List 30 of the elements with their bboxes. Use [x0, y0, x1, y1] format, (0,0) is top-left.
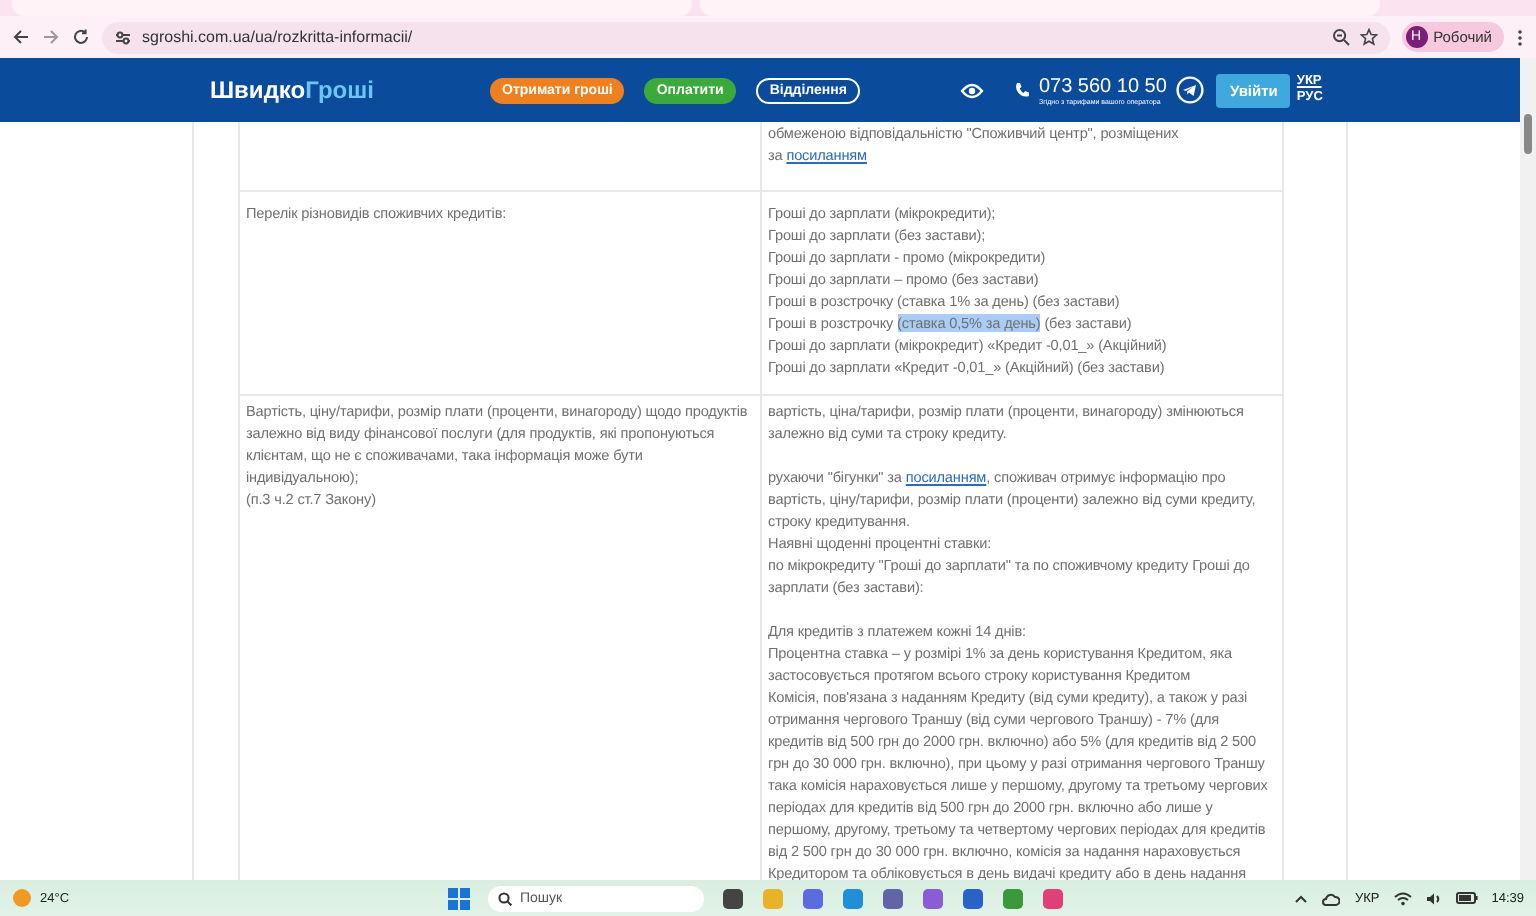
- app-icon[interactable]: [802, 887, 824, 909]
- app-icon[interactable]: [922, 887, 944, 909]
- windows-start-icon[interactable]: [448, 887, 470, 909]
- reload-icon[interactable]: [72, 28, 90, 46]
- forward-icon[interactable]: [42, 28, 60, 46]
- search-icon: [498, 891, 512, 905]
- cloud-icon[interactable]: [1322, 891, 1341, 905]
- phone-icon: [1014, 82, 1031, 98]
- back-icon[interactable]: [12, 28, 30, 46]
- phone-number[interactable]: 073 560 10 50: [1038, 75, 1167, 97]
- app-icon[interactable]: [1042, 887, 1064, 909]
- more-icon[interactable]: [1516, 27, 1524, 47]
- site-info-icon[interactable]: [114, 29, 132, 45]
- wifi-icon[interactable]: [1393, 891, 1412, 905]
- star-icon[interactable]: [1359, 28, 1378, 46]
- battery-icon[interactable]: [1455, 892, 1478, 904]
- app-icon[interactable]: [882, 887, 904, 909]
- weather-sun-icon: [12, 888, 32, 908]
- logo[interactable]: ШвидкоГроші: [210, 76, 490, 104]
- telegram-icon[interactable]: [1176, 76, 1205, 104]
- task-view-icon[interactable]: [722, 887, 744, 909]
- zoom-icon[interactable]: [1331, 28, 1350, 46]
- address-bar[interactable]: sgroshi.com.ua/ua/rozkritta-informacii/: [102, 21, 1390, 53]
- store-icon[interactable]: [962, 887, 984, 909]
- scrollbar[interactable]: [1520, 58, 1536, 880]
- volume-icon[interactable]: [1425, 891, 1442, 905]
- browser-icon[interactable]: [842, 887, 864, 909]
- eye-icon[interactable]: [960, 81, 985, 99]
- chevron-up-icon[interactable]: [1294, 893, 1309, 903]
- app-icon[interactable]: [1002, 887, 1024, 909]
